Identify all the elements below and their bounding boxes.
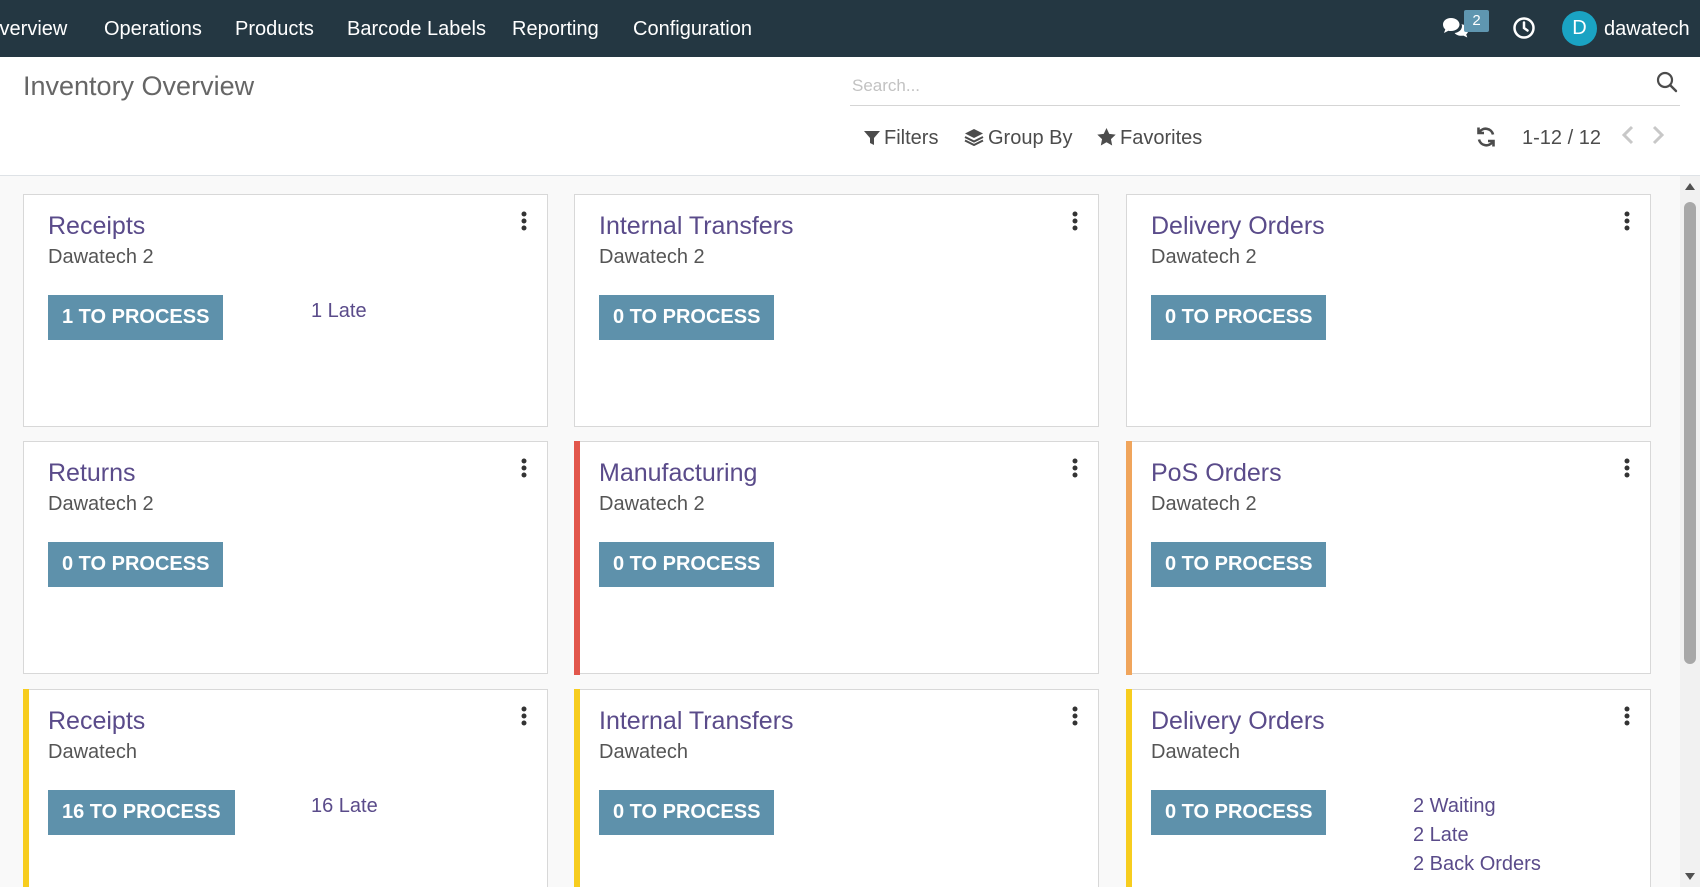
card-color-stripe (23, 441, 29, 675)
card-warehouse: Dawatech 2 (1151, 493, 1257, 515)
star-icon (1097, 128, 1116, 146)
card-color-stripe (574, 441, 580, 675)
card-title[interactable]: Internal Transfers (599, 212, 794, 241)
card-warehouse: Dawatech (1151, 741, 1240, 763)
favorites-button[interactable]: Favorites (1097, 123, 1202, 153)
control-panel: Inventory Overview Filters Group By Favo… (0, 57, 1700, 176)
card-warehouse: Dawatech (48, 741, 137, 763)
to-process-button[interactable]: 16 TO PROCESS (48, 790, 235, 835)
card-title[interactable]: Receipts (48, 212, 145, 241)
to-process-button[interactable]: 0 TO PROCESS (599, 790, 775, 835)
card-color-stripe (23, 689, 29, 887)
to-process-button[interactable]: 0 TO PROCESS (599, 295, 775, 340)
card-warehouse: Dawatech (599, 741, 688, 763)
kanban-card: Delivery Orders Dawatech 2 0 TO PROCESS (1126, 194, 1651, 427)
search-icon[interactable] (1656, 71, 1678, 98)
kanban-card: Receipts Dawatech 2 1 TO PROCESS 1 Late (23, 194, 548, 427)
filters-button[interactable]: Filters (864, 123, 938, 153)
card-title[interactable]: Receipts (48, 707, 145, 736)
card-color-stripe (1126, 194, 1132, 428)
card-color-stripe (1126, 689, 1132, 887)
pager-previous-icon[interactable] (1621, 123, 1639, 153)
card-title[interactable]: Returns (48, 459, 136, 488)
late-link[interactable]: 16 Late (311, 795, 378, 818)
late-link[interactable]: 1 Late (311, 300, 367, 323)
nav-overview[interactable]: Overview (0, 0, 67, 57)
card-color-stripe (23, 194, 29, 428)
to-process-button[interactable]: 0 TO PROCESS (1151, 295, 1327, 340)
kanban-card: PoS Orders Dawatech 2 0 TO PROCESS (1126, 441, 1651, 675)
pager-next-icon[interactable] (1651, 123, 1669, 153)
refresh-icon[interactable] (1475, 125, 1501, 155)
late-link[interactable]: 2 Late (1413, 824, 1469, 847)
scroll-down-icon[interactable] (1685, 873, 1695, 881)
layers-icon (964, 129, 984, 147)
kebab-menu-icon[interactable] (1072, 458, 1078, 483)
kebab-menu-icon[interactable] (521, 706, 527, 731)
clock-icon[interactable] (1512, 16, 1536, 45)
scroll-thumb[interactable] (1684, 202, 1696, 664)
card-title[interactable]: Internal Transfers (599, 707, 794, 736)
user-name[interactable]: dawatech (1604, 0, 1690, 57)
kanban-card: Delivery Orders Dawatech 0 TO PROCESS 2 … (1126, 689, 1651, 887)
back-orders-link[interactable]: 2 Back Orders (1413, 853, 1541, 876)
card-color-stripe (1126, 441, 1132, 675)
top-navbar: Overview Operations Products Barcode Lab… (0, 0, 1700, 57)
kebab-menu-icon[interactable] (1624, 706, 1630, 731)
to-process-button[interactable]: 1 TO PROCESS (48, 295, 224, 340)
kanban-card: Returns Dawatech 2 0 TO PROCESS (23, 441, 548, 674)
to-process-button[interactable]: 0 TO PROCESS (1151, 542, 1327, 587)
kebab-menu-icon[interactable] (1072, 211, 1078, 236)
card-warehouse: Dawatech 2 (48, 246, 154, 268)
kanban-card: Internal Transfers Dawatech 2 0 TO PROCE… (574, 194, 1099, 427)
nav-configuration[interactable]: Configuration (633, 0, 752, 57)
kanban-view: Receipts Dawatech 2 1 TO PROCESS 1 Late … (0, 176, 1680, 887)
to-process-button[interactable]: 0 TO PROCESS (1151, 790, 1327, 835)
favorites-label: Favorites (1120, 127, 1203, 149)
page-title: Inventory Overview (23, 71, 255, 101)
scroll-up-icon[interactable] (1685, 182, 1695, 190)
group-by-label: Group By (988, 127, 1073, 149)
messages-badge: 2 (1464, 10, 1489, 32)
nav-operations[interactable]: Operations (104, 0, 202, 57)
to-process-button[interactable]: 0 TO PROCESS (599, 542, 775, 587)
filters-label: Filters (884, 127, 939, 149)
card-title[interactable]: Delivery Orders (1151, 212, 1325, 241)
card-warehouse: Dawatech 2 (1151, 246, 1257, 268)
kebab-menu-icon[interactable] (1072, 706, 1078, 731)
to-process-button[interactable]: 0 TO PROCESS (48, 542, 224, 587)
card-color-stripe (574, 194, 580, 428)
waiting-link[interactable]: 2 Waiting (1413, 795, 1496, 818)
card-title[interactable]: PoS Orders (1151, 459, 1282, 488)
search-bar (850, 65, 1680, 106)
search-input[interactable] (852, 73, 1612, 99)
user-avatar[interactable]: D (1562, 11, 1597, 46)
kebab-menu-icon[interactable] (521, 211, 527, 236)
nav-products[interactable]: Products (235, 0, 314, 57)
pager-value[interactable]: 1-12 / 12 (1522, 123, 1601, 153)
card-title[interactable]: Manufacturing (599, 459, 757, 488)
group-by-button[interactable]: Group By (964, 123, 1072, 153)
kebab-menu-icon[interactable] (1624, 458, 1630, 483)
card-warehouse: Dawatech 2 (599, 246, 705, 268)
nav-reporting[interactable]: Reporting (512, 0, 599, 57)
card-title[interactable]: Delivery Orders (1151, 707, 1325, 736)
kebab-menu-icon[interactable] (1624, 211, 1630, 236)
kebab-menu-icon[interactable] (521, 458, 527, 483)
card-color-stripe (574, 689, 580, 887)
nav-barcode-labels[interactable]: Barcode Labels (347, 0, 486, 57)
kanban-card: Internal Transfers Dawatech 0 TO PROCESS (574, 689, 1099, 887)
kanban-card: Manufacturing Dawatech 2 0 TO PROCESS (574, 441, 1099, 675)
kanban-card: Receipts Dawatech 16 TO PROCESS 16 Late (23, 689, 548, 887)
filter-icon (864, 131, 880, 145)
card-warehouse: Dawatech 2 (599, 493, 705, 515)
card-warehouse: Dawatech 2 (48, 493, 154, 515)
scrollbar[interactable] (1680, 176, 1700, 887)
